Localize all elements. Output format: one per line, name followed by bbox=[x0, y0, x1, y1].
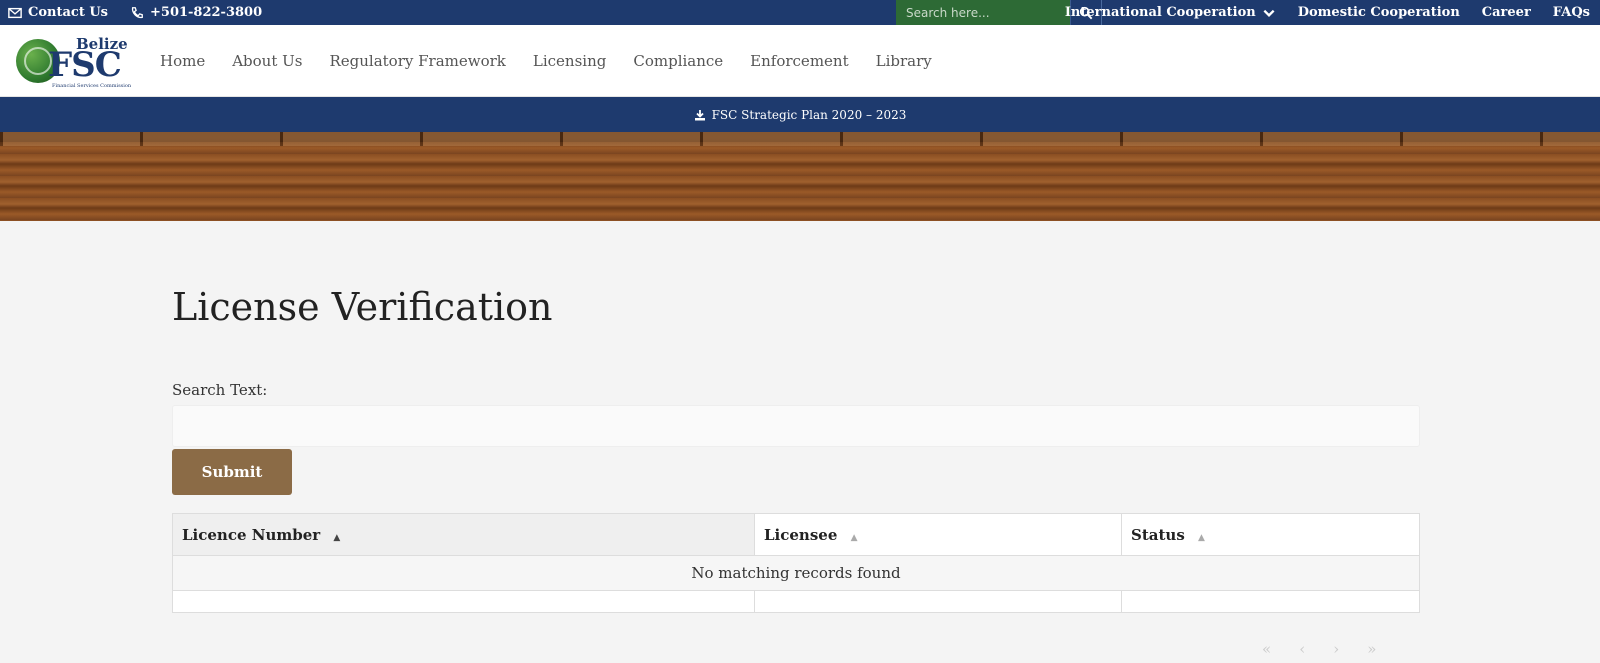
nav-regulatory-framework[interactable]: Regulatory Framework bbox=[329, 52, 505, 70]
nav-compliance[interactable]: Compliance bbox=[633, 52, 723, 70]
nav-home[interactable]: Home bbox=[160, 52, 205, 70]
table-header-row: Licence Number ▲ Licensee ▲ Status ▲ bbox=[172, 513, 1420, 556]
table-footer-cell bbox=[1121, 590, 1420, 613]
table-footer-cell bbox=[172, 590, 755, 613]
last-page-button[interactable]: » bbox=[1367, 640, 1376, 658]
international-cooperation-label: International Cooperation bbox=[1064, 5, 1256, 20]
nav-about-us[interactable]: About Us bbox=[232, 52, 302, 70]
column-licensee[interactable]: Licensee ▲ bbox=[754, 513, 1122, 556]
first-page-button[interactable]: « bbox=[1262, 640, 1271, 658]
faqs-link[interactable]: FAQs bbox=[1553, 5, 1590, 20]
page-title: License Verification bbox=[172, 285, 553, 329]
prev-page-button[interactable]: ‹ bbox=[1299, 640, 1305, 658]
phone-label: +501-822-3800 bbox=[150, 5, 263, 20]
table-empty-row: No matching records found bbox=[172, 555, 1420, 591]
nav-enforcement[interactable]: Enforcement bbox=[750, 52, 848, 70]
table-footer-cell bbox=[754, 590, 1122, 613]
column-status[interactable]: Status ▲ bbox=[1121, 513, 1420, 556]
main-content: License Verification Search Text: Submit… bbox=[172, 285, 1420, 613]
sort-asc-icon: ▲ bbox=[333, 532, 341, 543]
nav-links: Home About Us Regulatory Framework Licen… bbox=[160, 52, 932, 70]
envelope-icon bbox=[8, 7, 22, 18]
top-search-input[interactable] bbox=[896, 0, 1070, 25]
nav-licensing[interactable]: Licensing bbox=[533, 52, 606, 70]
strategic-plan-link[interactable]: FSC Strategic Plan 2020 – 2023 bbox=[712, 108, 907, 122]
pagination: « ‹ › » bbox=[1262, 640, 1376, 658]
column-licence-number[interactable]: Licence Number ▲ bbox=[172, 513, 755, 556]
contact-link[interactable]: Contact Us bbox=[8, 5, 108, 20]
top-bar: Contact Us +501-822-3800 International C… bbox=[0, 0, 1600, 25]
search-text-input[interactable] bbox=[172, 405, 1420, 447]
chevron-down-icon bbox=[1263, 9, 1275, 17]
phone-icon bbox=[131, 6, 143, 18]
empty-message: No matching records found bbox=[172, 555, 1420, 591]
column-status-label: Status bbox=[1131, 525, 1185, 544]
column-licensee-label: Licensee bbox=[764, 525, 838, 544]
next-page-button[interactable]: › bbox=[1333, 640, 1339, 658]
license-table: Licence Number ▲ Licensee ▲ Status ▲ No … bbox=[172, 513, 1420, 613]
logo-main-text: FSC bbox=[48, 44, 122, 85]
search-text-label: Search Text: bbox=[172, 381, 268, 399]
column-licence-number-label: Licence Number bbox=[182, 525, 321, 544]
sort-asc-icon: ▲ bbox=[1198, 532, 1205, 543]
submit-button[interactable]: Submit bbox=[172, 449, 292, 495]
nav-library[interactable]: Library bbox=[876, 52, 932, 70]
sort-asc-icon: ▲ bbox=[850, 532, 858, 543]
strategic-plan-strip: FSC Strategic Plan 2020 – 2023 bbox=[0, 97, 1600, 132]
contact-label: Contact Us bbox=[28, 5, 108, 20]
domestic-cooperation-link[interactable]: Domestic Cooperation bbox=[1298, 5, 1460, 20]
download-icon bbox=[694, 109, 705, 120]
international-cooperation-link[interactable]: International Cooperation bbox=[1065, 5, 1276, 20]
table-footer-row bbox=[172, 590, 1420, 613]
phone-link[interactable]: +501-822-3800 bbox=[130, 5, 262, 20]
logo-sub-text: Financial Services Commission bbox=[52, 82, 132, 89]
fsc-logo[interactable]: Belize FSC Financial Services Commission bbox=[0, 25, 160, 97]
career-link[interactable]: Career bbox=[1482, 5, 1531, 20]
wood-banner-image bbox=[0, 132, 1600, 221]
top-right-nav: International Cooperation Domestic Coope… bbox=[1065, 0, 1590, 25]
main-nav: Belize FSC Financial Services Commission… bbox=[0, 25, 1600, 97]
